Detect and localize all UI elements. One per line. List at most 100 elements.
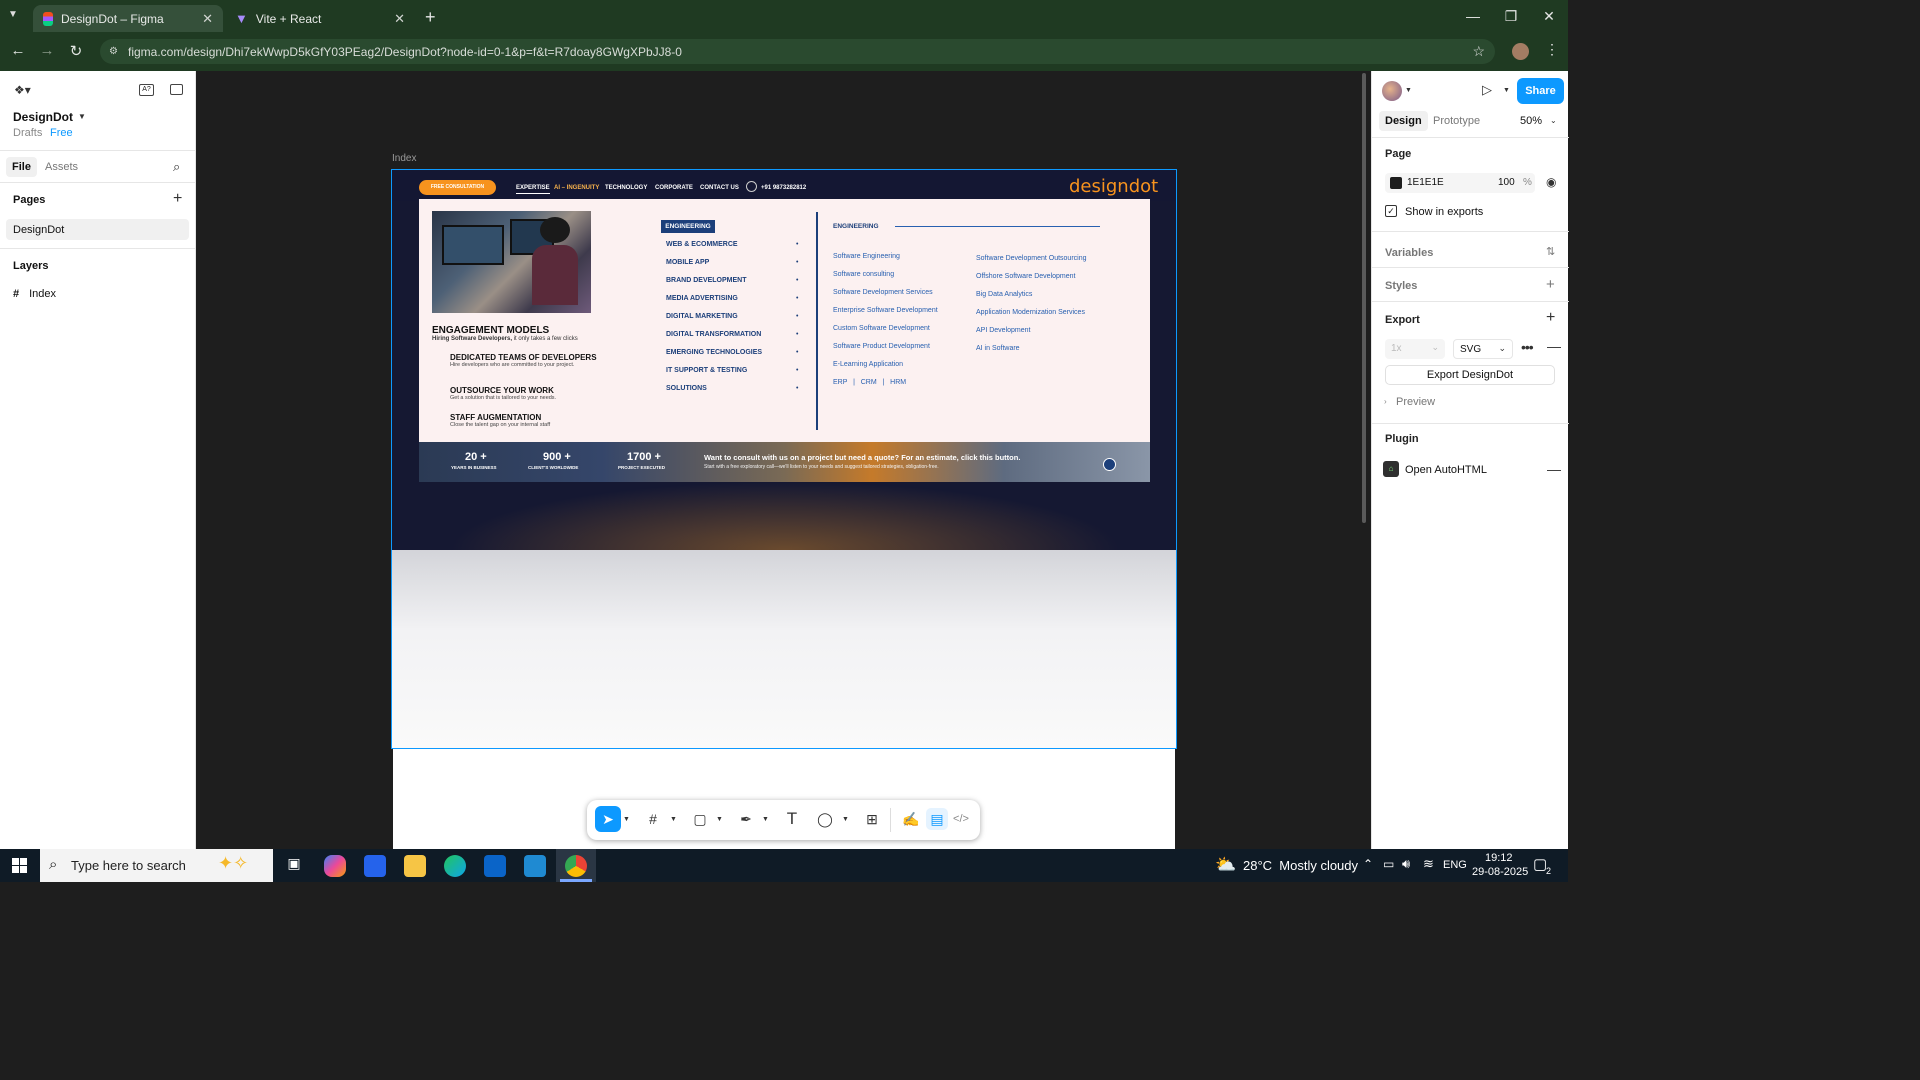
model-title[interactable]: DEDICATED TEAMS OF DEVELOPERS (450, 353, 597, 362)
chrome-icon[interactable] (565, 855, 587, 877)
address-bar[interactable]: ⚙ figma.com/design/Dhi7ekWwpD5kGfY03PEag… (100, 39, 1495, 64)
weather-icon[interactable]: ⛅ (1215, 855, 1236, 875)
frame-tool-icon[interactable]: # (642, 808, 664, 830)
language-indicator[interactable]: ENG (1443, 859, 1467, 871)
page-color-swatch[interactable] (1390, 177, 1402, 189)
wifi-icon[interactable]: ≋ (1423, 856, 1434, 872)
export-button[interactable]: Export DesignDot (1385, 365, 1555, 385)
frame-tool-chevron-icon[interactable]: ▼ (670, 816, 677, 823)
search-icon[interactable]: ⌕ (173, 159, 180, 175)
restore-icon[interactable]: ❐ (1499, 8, 1523, 25)
user-avatar[interactable] (1382, 81, 1402, 101)
export-more-icon[interactable]: ••• (1521, 339, 1534, 355)
submenu-erp-crm-hrm[interactable]: ERP | CRM | HRM (833, 379, 906, 386)
outlook-icon[interactable] (484, 855, 506, 877)
page-opacity[interactable]: 100 (1498, 177, 1515, 188)
submenu-link[interactable]: Software Development Services (833, 289, 933, 296)
present-chevron-icon[interactable]: ▼ (1503, 87, 1510, 94)
vscode-icon[interactable] (524, 855, 546, 877)
move-tool-icon[interactable]: ➤ (595, 806, 621, 832)
submenu-link[interactable]: Offshore Software Development (976, 273, 1075, 280)
pen-tool-chevron-icon[interactable]: ▼ (762, 816, 769, 823)
submenu-link[interactable]: API Development (976, 327, 1030, 334)
submenu-link[interactable]: Software consulting (833, 271, 894, 278)
menu-active-engineering[interactable]: ENGINEERING (661, 220, 715, 233)
close-tab-icon[interactable]: ✕ (394, 11, 405, 27)
file-explorer-icon[interactable] (404, 855, 426, 877)
frame-label[interactable]: Index (392, 153, 416, 164)
browser-menu-icon[interactable]: ⋮ (1545, 41, 1559, 58)
preview-label[interactable]: Preview (1396, 396, 1435, 408)
forward-icon[interactable]: → (37, 42, 57, 59)
draw-mode-icon[interactable]: ✍ (900, 808, 922, 830)
submenu-link[interactable]: Software Engineering (833, 253, 900, 260)
file-name[interactable]: DesignDot (13, 110, 73, 124)
avatar-chevron-icon[interactable]: ▼ (1405, 87, 1412, 94)
layer-item-index[interactable]: # Index (13, 288, 56, 300)
tab-list-chevron-icon[interactable]: ▼ (8, 9, 24, 25)
tab-prototype[interactable]: Prototype (1433, 115, 1480, 127)
add-export-icon[interactable]: + (1546, 309, 1555, 327)
quote-arrow-button[interactable] (1103, 458, 1116, 471)
submenu-link[interactable]: Big Data Analytics (976, 291, 1032, 298)
export-scale-select[interactable]: 1x ⌄ (1385, 339, 1445, 359)
move-tool-chevron-icon[interactable]: ▼ (623, 816, 630, 823)
tab-assets[interactable]: Assets (45, 161, 78, 173)
page-color-hex[interactable]: 1E1E1E (1407, 177, 1444, 188)
profile-avatar[interactable] (1512, 43, 1529, 60)
close-window-icon[interactable]: ✕ (1537, 8, 1561, 25)
nav-technology[interactable]: TECHNOLOGY (605, 185, 647, 191)
sidebar-toggle-icon[interactable] (170, 84, 183, 95)
nav-expertise[interactable]: EXPERTISE (516, 185, 550, 194)
remove-plugin-icon[interactable]: — (1547, 461, 1561, 477)
share-button[interactable]: Share (1517, 78, 1564, 104)
page-item-designdot[interactable]: DesignDot (6, 219, 189, 240)
menu-item[interactable]: MEDIA ADVERTISING (666, 295, 738, 302)
tab-vite-react[interactable]: ▼ Vite + React ✕ (225, 5, 415, 32)
clock-date[interactable]: 29-08-2025 (1472, 866, 1528, 878)
new-tab-icon[interactable]: + (425, 7, 436, 28)
start-windows-icon[interactable] (12, 858, 27, 873)
close-tab-icon[interactable]: ✕ (202, 11, 213, 27)
preview-chevron-icon[interactable]: › (1384, 397, 1387, 406)
microsoft-store-icon[interactable] (364, 855, 386, 877)
nav-contact[interactable]: CONTACT US (700, 185, 739, 191)
ui3-toggle-icon[interactable]: A? (139, 84, 154, 96)
variables-heading[interactable]: Variables (1385, 247, 1433, 259)
meet-now-icon[interactable]: ▭ (1383, 857, 1394, 871)
tab-design[interactable]: Design (1379, 111, 1428, 131)
menu-item[interactable]: IT SUPPORT & TESTING (666, 367, 747, 374)
file-name-chevron-icon[interactable]: ▼ (78, 112, 86, 121)
menu-item[interactable]: MOBILE APP (666, 259, 709, 266)
plugin-name[interactable]: Open AutoHTML (1405, 464, 1487, 476)
minimize-icon[interactable]: — (1461, 8, 1485, 24)
comment-tool-icon[interactable]: ◯ (814, 808, 836, 830)
dev-mode-icon[interactable]: </> (950, 808, 972, 830)
submenu-link[interactable]: Software Product Development (833, 343, 930, 350)
volume-icon[interactable]: 🔊︎ (1402, 856, 1410, 872)
submenu-link[interactable]: E-Learning Application (833, 361, 903, 368)
zoom-level[interactable]: 50% (1520, 115, 1542, 127)
export-format-select[interactable]: SVG ⌄ (1453, 339, 1513, 359)
pen-tool-icon[interactable]: ✒ (735, 808, 757, 830)
drafts-link[interactable]: Drafts (13, 127, 42, 139)
vertical-scrollbar[interactable] (1362, 73, 1366, 523)
rectangle-tool-icon[interactable]: ▢ (689, 808, 711, 830)
resources-tool-icon[interactable]: ⊞ (861, 808, 883, 830)
taskbar-search-box[interactable]: ⌕ Type here to search ✦✧ (40, 849, 273, 882)
autohtml-plugin-icon[interactable]: ⌂ (1383, 461, 1399, 477)
variables-icon[interactable]: ⇅ (1546, 245, 1555, 258)
back-icon[interactable]: ← (8, 42, 28, 59)
menu-item[interactable]: BRAND DEVELOPMENT (666, 277, 747, 284)
model-title[interactable]: STAFF AUGMENTATION (450, 413, 541, 422)
menu-item[interactable]: WEB & ECOMMERCE (666, 241, 738, 248)
plan-badge[interactable]: Free (50, 127, 73, 139)
present-icon[interactable]: ▷ (1482, 82, 1492, 98)
phone-number[interactable]: +91 9873282812 (761, 185, 806, 191)
nav-corporate[interactable]: CORPORATE (655, 185, 693, 191)
model-title[interactable]: OUTSOURCE YOUR WORK (450, 386, 554, 395)
edge-icon[interactable] (444, 855, 466, 877)
comment-tool-chevron-icon[interactable]: ▼ (842, 816, 849, 823)
weather-text[interactable]: 28°C Mostly cloudy (1243, 858, 1358, 873)
menu-item[interactable]: SOLUTIONS (666, 385, 707, 392)
